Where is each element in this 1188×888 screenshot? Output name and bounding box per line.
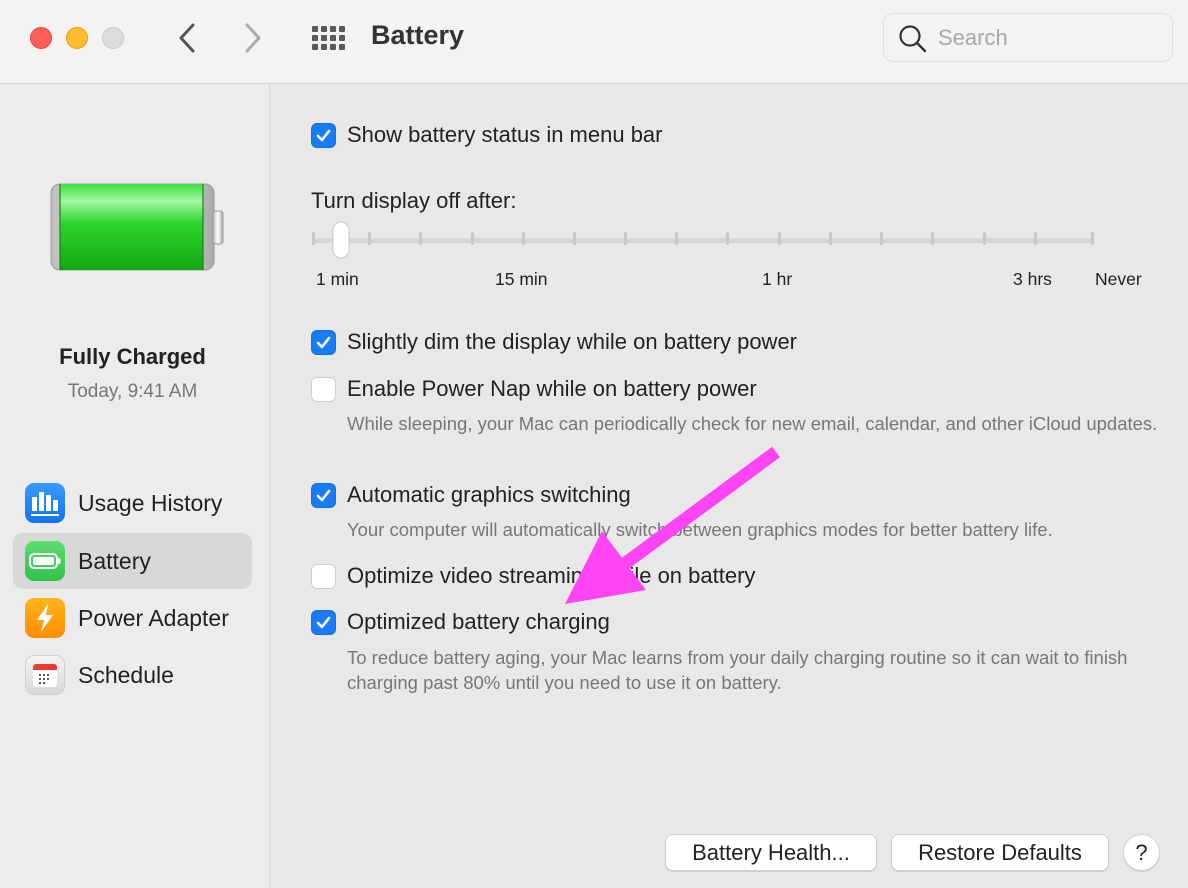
- sidebar-item-schedule[interactable]: Schedule: [13, 647, 252, 703]
- tick-label-1-min: 1 min: [316, 269, 359, 289]
- slider-tick: [1034, 232, 1037, 245]
- sidebar-item-label: Schedule: [78, 661, 174, 688]
- slider-tick: [778, 232, 781, 245]
- graphics-switching-checkbox[interactable]: [311, 482, 336, 508]
- dim-display-label: Slightly dim the display while on batter…: [347, 329, 798, 354]
- window-title: Battery: [371, 20, 465, 50]
- sidebar-item-label: Power Adapter: [78, 604, 229, 631]
- chevron-right-icon: [245, 23, 261, 53]
- show-battery-status-option[interactable]: Show battery status in menu bar: [311, 122, 663, 148]
- optimized-charging-checkbox[interactable]: [311, 609, 336, 635]
- slider-tick: [522, 232, 525, 245]
- window-titlebar: Battery: [0, 0, 1188, 84]
- restore-defaults-button[interactable]: Restore Defaults: [891, 834, 1109, 871]
- chevron-left-icon: [179, 23, 195, 53]
- slider-tick: [931, 232, 934, 245]
- power-nap-option[interactable]: Enable Power Nap while on battery power: [311, 376, 757, 402]
- battery-icon: [25, 541, 65, 581]
- power-nap-description: While sleeping, your Mac can periodicall…: [347, 413, 1158, 434]
- optimized-charging-label: Optimized battery charging: [347, 609, 610, 634]
- display-off-label: Turn display off after:: [311, 188, 517, 213]
- checkmark-icon: [316, 489, 331, 501]
- battery-level-icon: [50, 183, 224, 271]
- slider-tick: [471, 232, 474, 245]
- sidebar-item-label: Battery: [78, 547, 151, 574]
- close-window-button[interactable]: [30, 27, 52, 49]
- optimized-charging-description: To reduce battery aging, your Mac learns…: [347, 647, 1128, 693]
- power-nap-checkbox[interactable]: [311, 376, 336, 402]
- show-battery-status-label: Show battery status in menu bar: [347, 122, 663, 147]
- sidebar-item-label: Usage History: [78, 489, 223, 516]
- slider-tick: [675, 232, 678, 245]
- slider-tick: [829, 232, 832, 245]
- slider-tick: [880, 232, 883, 245]
- graphics-switching-option[interactable]: Automatic graphics switching: [311, 482, 631, 508]
- zoom-window-button[interactable]: [102, 27, 124, 49]
- sidebar-item-usage-history[interactable]: Usage History: [13, 475, 252, 531]
- forward-button[interactable]: [238, 20, 268, 56]
- power-nap-label: Enable Power Nap while on battery power: [347, 376, 757, 401]
- slider-tick: [312, 232, 315, 245]
- slider-tick: [419, 232, 422, 245]
- checkmark-icon: [316, 616, 331, 628]
- slider-track[interactable]: [312, 238, 1094, 243]
- battery-status-time: Today, 9:41 AM: [67, 381, 198, 402]
- show-all-grid-button[interactable]: [310, 24, 346, 52]
- video-streaming-label: Optimize video streaming while on batter…: [347, 563, 756, 588]
- tick-label-3-hrs: 3 hrs: [1013, 269, 1052, 289]
- slider-tick: [624, 232, 627, 245]
- dim-display-option[interactable]: Slightly dim the display while on batter…: [311, 329, 797, 355]
- tick-label-never: Never: [1095, 269, 1142, 289]
- slider-tick: [1091, 232, 1094, 245]
- graphics-switching-description: Your computer will automatically switch …: [347, 519, 1053, 540]
- bar-chart-icon: [25, 483, 65, 523]
- sidebar-item-battery[interactable]: Battery: [13, 533, 252, 589]
- sidebar-item-power-adapter[interactable]: Power Adapter: [13, 590, 252, 646]
- optimized-charging-option[interactable]: Optimized battery charging: [311, 609, 610, 635]
- help-button[interactable]: ?: [1123, 834, 1160, 871]
- show-battery-status-checkbox[interactable]: [311, 122, 336, 148]
- checkmark-icon: [316, 129, 331, 141]
- minimize-window-button[interactable]: [66, 27, 88, 49]
- search-icon: [899, 25, 927, 53]
- back-button[interactable]: [172, 20, 202, 56]
- battery-health-button[interactable]: Battery Health...: [665, 834, 877, 871]
- battery-status-title: Fully Charged: [59, 344, 206, 369]
- slider-tick: [983, 232, 986, 245]
- battery-settings-panel: Show battery status in menu bar Turn dis…: [271, 85, 1188, 888]
- video-streaming-checkbox[interactable]: [311, 563, 336, 589]
- calendar-icon: [25, 655, 65, 695]
- tick-label-1-hr: 1 hr: [762, 269, 793, 289]
- lightning-icon: [25, 598, 65, 638]
- search-input[interactable]: [938, 22, 1158, 54]
- sidebar: Fully Charged Today, 9:41 AM Usage Histo…: [0, 85, 270, 888]
- slider-tick: [726, 232, 729, 245]
- slider-tick: [368, 232, 371, 245]
- dim-display-checkbox[interactable]: [311, 329, 336, 355]
- graphics-switching-label: Automatic graphics switching: [347, 482, 631, 507]
- video-streaming-option[interactable]: Optimize video streaming while on batter…: [311, 563, 755, 589]
- search-field[interactable]: [883, 13, 1173, 62]
- tick-label-15-min: 15 min: [495, 269, 548, 289]
- checkmark-icon: [316, 336, 331, 348]
- slider-thumb[interactable]: [331, 221, 355, 261]
- slider-tick: [573, 232, 576, 245]
